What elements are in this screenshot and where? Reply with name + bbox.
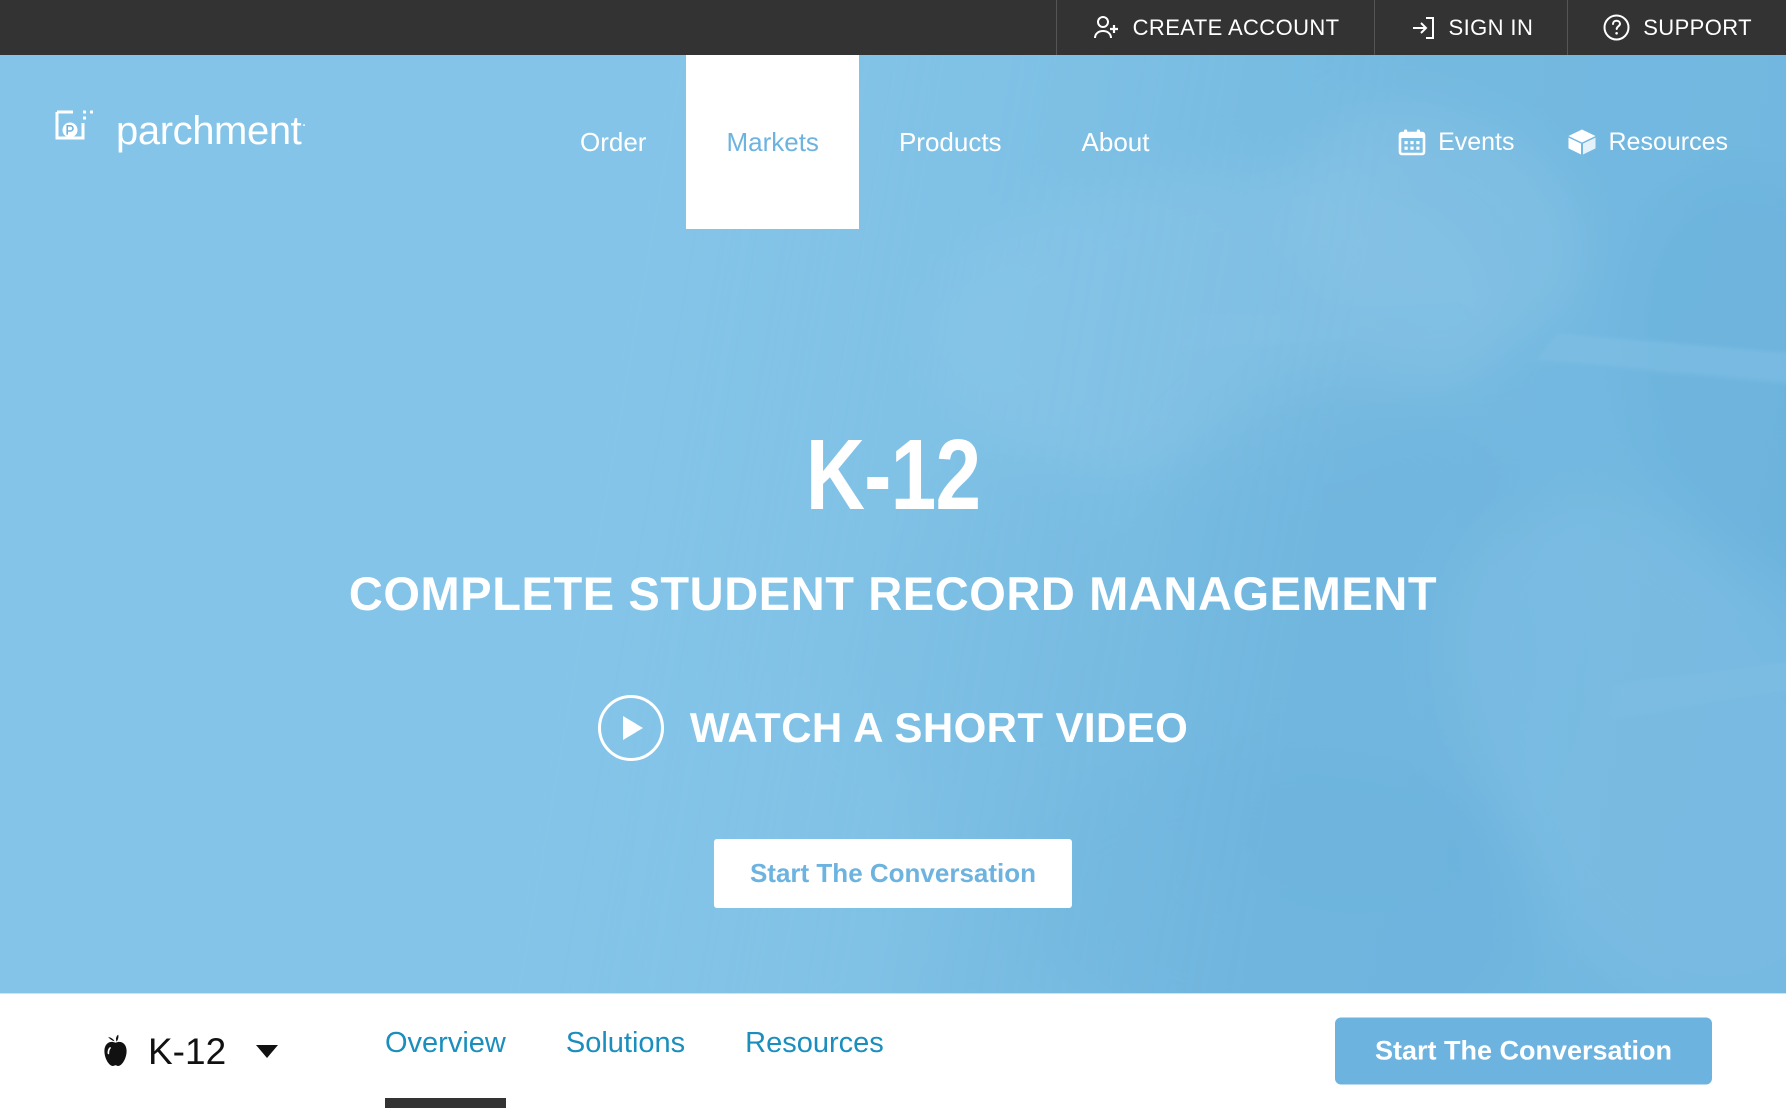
hero-start-conversation-button[interactable]: Start The Conversation xyxy=(713,839,1073,908)
subnav-brand-label: K-12 xyxy=(148,1030,227,1072)
hero-title: K-12 xyxy=(805,419,981,531)
user-plus-icon xyxy=(1091,13,1121,43)
calendar-icon xyxy=(1398,128,1426,156)
nav-label-resources: Resources xyxy=(1608,127,1729,156)
subnav-market-selector[interactable]: K-12 xyxy=(100,994,279,1108)
sign-in-label: SIGN IN xyxy=(1448,14,1534,40)
hero-content: parchment· Order Markets Products About xyxy=(0,55,1786,993)
support-label: SUPPORT xyxy=(1643,14,1752,40)
nav-label-products: Products xyxy=(898,126,1002,157)
tab-overview[interactable]: Overview xyxy=(385,994,506,1108)
support-button[interactable]: SUPPORT xyxy=(1567,0,1786,55)
apple-icon xyxy=(100,1033,132,1069)
nav-label-about: About xyxy=(1081,126,1150,157)
sign-in-icon xyxy=(1409,14,1437,42)
tab-solutions-label: Solutions xyxy=(565,1026,686,1059)
play-icon xyxy=(597,695,664,761)
nav-label-markets: Markets xyxy=(726,126,819,157)
tab-resources[interactable]: Resources xyxy=(745,994,884,1108)
chevron-down-icon xyxy=(256,1044,279,1058)
box-icon xyxy=(1567,128,1597,156)
page-root: CREATE ACCOUNT SIGN IN SUPPORT parchment… xyxy=(0,0,1786,1108)
utility-topbar: CREATE ACCOUNT SIGN IN SUPPORT xyxy=(0,0,1786,55)
nav-label-order: Order xyxy=(580,126,647,157)
tab-resources-label: Resources xyxy=(745,1026,884,1059)
sub-navigation: K-12 Overview Solutions Resources Start … xyxy=(0,994,1786,1108)
tab-solutions[interactable]: Solutions xyxy=(566,994,685,1108)
nav-item-products[interactable]: Products xyxy=(859,55,1042,229)
nav-item-resources[interactable]: Resources xyxy=(1567,127,1729,157)
tab-overview-label: Overview xyxy=(385,1026,506,1059)
main-nav-items: Order Markets Products About xyxy=(540,55,1190,229)
parchment-logo-icon xyxy=(54,109,102,153)
sign-in-button[interactable]: SIGN IN xyxy=(1373,0,1568,55)
create-account-label: CREATE ACCOUNT xyxy=(1132,14,1340,40)
create-account-button[interactable]: CREATE ACCOUNT xyxy=(1055,0,1374,55)
nav-item-events[interactable]: Events xyxy=(1398,127,1515,157)
nav-item-markets[interactable]: Markets xyxy=(686,55,859,229)
watch-video-link[interactable]: WATCH A SHORT VIDEO xyxy=(0,695,1786,761)
hero-section: parchment· Order Markets Products About xyxy=(0,55,1786,994)
nav-item-order[interactable]: Order xyxy=(540,55,686,229)
subnav-tabs: Overview Solutions Resources xyxy=(385,994,944,1108)
parchment-logo[interactable]: parchment· xyxy=(54,109,307,153)
watch-video-label: WATCH A SHORT VIDEO xyxy=(689,704,1189,751)
nav-label-events: Events xyxy=(1438,127,1515,156)
main-nav-right: Events Resources xyxy=(1398,55,1728,229)
hero-subtitle: COMPLETE STUDENT RECORD MANAGEMENT xyxy=(348,567,1438,620)
nav-item-about[interactable]: About xyxy=(1042,55,1190,229)
question-circle-icon xyxy=(1602,13,1631,42)
main-navigation: parchment· Order Markets Products About xyxy=(0,55,1786,229)
subnav-start-conversation-button[interactable]: Start The Conversation xyxy=(1334,1017,1712,1085)
parchment-wordmark: parchment· xyxy=(116,109,307,153)
